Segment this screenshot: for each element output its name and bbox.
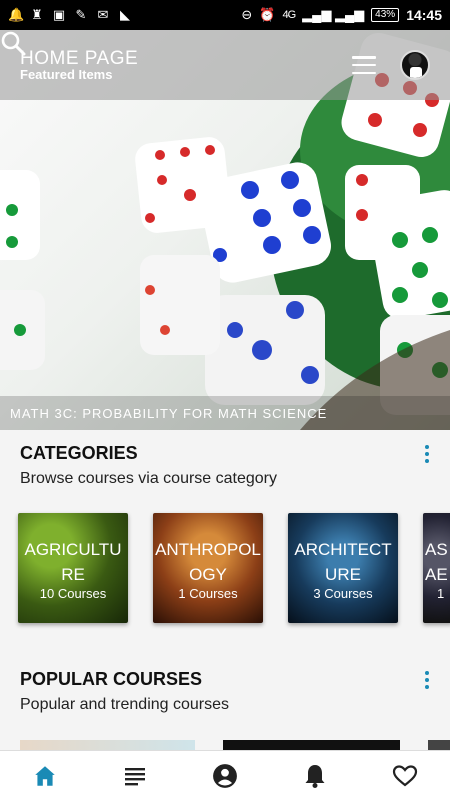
page-subtitle: Featured Items (20, 66, 113, 82)
menu-icon[interactable] (352, 56, 376, 74)
title-block: HOME PAGE Featured Items (20, 49, 138, 82)
category-count: 1 Courses (178, 586, 238, 601)
nav-home[interactable] (25, 756, 65, 796)
battery-indicator: 43% (371, 8, 400, 22)
image-icon: ▣ (52, 7, 66, 22)
featured-item-caption: MATH 3C: PROBABILITY FOR MATH SCIENCE (0, 396, 450, 430)
featured-item-banner[interactable]: HOME PAGE Featured Items MATH 3C: PROBAB… (0, 30, 450, 430)
notification-icons: 🔔 ♜ ▣ ✎ ✉ ◣ (8, 8, 132, 22)
category-card-architecture[interactable]: ARCHITECTURE 3 Courses (288, 513, 398, 623)
popular-subtitle: Popular and trending courses (20, 696, 230, 713)
categories-more-icon[interactable] (424, 445, 430, 463)
dnd-icon: ⊖ (241, 7, 253, 22)
app-icon: ◣ (120, 7, 130, 22)
notification-bell-icon: 🔔 (8, 7, 25, 22)
category-name: ANTHROPOLOGY (155, 540, 261, 584)
category-name: ARCHITECTURE (294, 540, 392, 584)
alarm-icon: ⏰ (259, 7, 276, 22)
app-bar-actions (1, 31, 430, 80)
page-title: HOME PAGE (20, 47, 139, 69)
popular-course-card[interactable] (20, 740, 195, 750)
heart-icon (392, 764, 418, 786)
nav-notifications[interactable] (295, 756, 335, 796)
category-count: 3 Courses (313, 586, 373, 601)
signal-icon: ▂▄▆ ▂▄▆ (302, 7, 365, 22)
popular-courses-list (20, 740, 450, 750)
nav-account[interactable] (205, 756, 245, 796)
bottom-navigation (0, 750, 450, 800)
categories-header: CATEGORIES Browse courses via course cat… (20, 443, 430, 488)
home-screen: 🔔 ♜ ▣ ✎ ✉ ◣ ⊖ ⏰ 4G ▂▄▆ ▂▄▆ 43% 14:45 HOM… (0, 0, 450, 800)
home-icon (35, 765, 55, 786)
popular-header: POPULAR COURSES Popular and trending cou… (20, 669, 430, 714)
search-icon[interactable] (0, 30, 26, 56)
avatar[interactable] (400, 50, 430, 80)
status-bar: 🔔 ♜ ▣ ✎ ✉ ◣ ⊖ ⏰ 4G ▂▄▆ ▂▄▆ 43% 14:45 (0, 0, 450, 30)
bell-icon (305, 764, 325, 788)
nav-courses[interactable] (115, 756, 155, 796)
signal-label: 4G (282, 9, 296, 21)
popular-course-card[interactable] (222, 740, 401, 750)
category-name: AGRICULTURE (24, 540, 122, 584)
popular-more-icon[interactable] (424, 671, 430, 689)
category-card-partial[interactable]: AS AE 1 (423, 513, 450, 623)
categories-list: AGRICULTURE 10 Courses ANTHROPOLOGY 1 Co… (18, 513, 450, 623)
edit-icon: ✎ (75, 7, 87, 22)
list-icon (125, 767, 145, 785)
category-name: AS AE (425, 540, 448, 584)
categories-title: CATEGORIES (20, 443, 138, 463)
category-card-anthropology[interactable]: ANTHROPOLOGY 1 Courses (153, 513, 263, 623)
status-time: 14:45 (406, 7, 442, 23)
account-icon (213, 763, 237, 788)
mail-icon: ✉ (97, 7, 109, 22)
category-count: 10 Courses (39, 586, 107, 601)
popular-title: POPULAR COURSES (20, 669, 203, 689)
status-indicators: ⊖ ⏰ 4G ▂▄▆ ▂▄▆ 43% 14:45 (241, 7, 442, 23)
app-bar: HOME PAGE Featured Items (0, 30, 450, 100)
popular-course-card[interactable] (428, 740, 450, 750)
category-card-agriculture[interactable]: AGRICULTURE 10 Courses (18, 513, 128, 623)
cake-icon: ♜ (31, 7, 43, 22)
category-count: 1 (437, 586, 445, 601)
nav-favorites[interactable] (385, 756, 425, 796)
categories-subtitle: Browse courses via course category (20, 470, 277, 487)
